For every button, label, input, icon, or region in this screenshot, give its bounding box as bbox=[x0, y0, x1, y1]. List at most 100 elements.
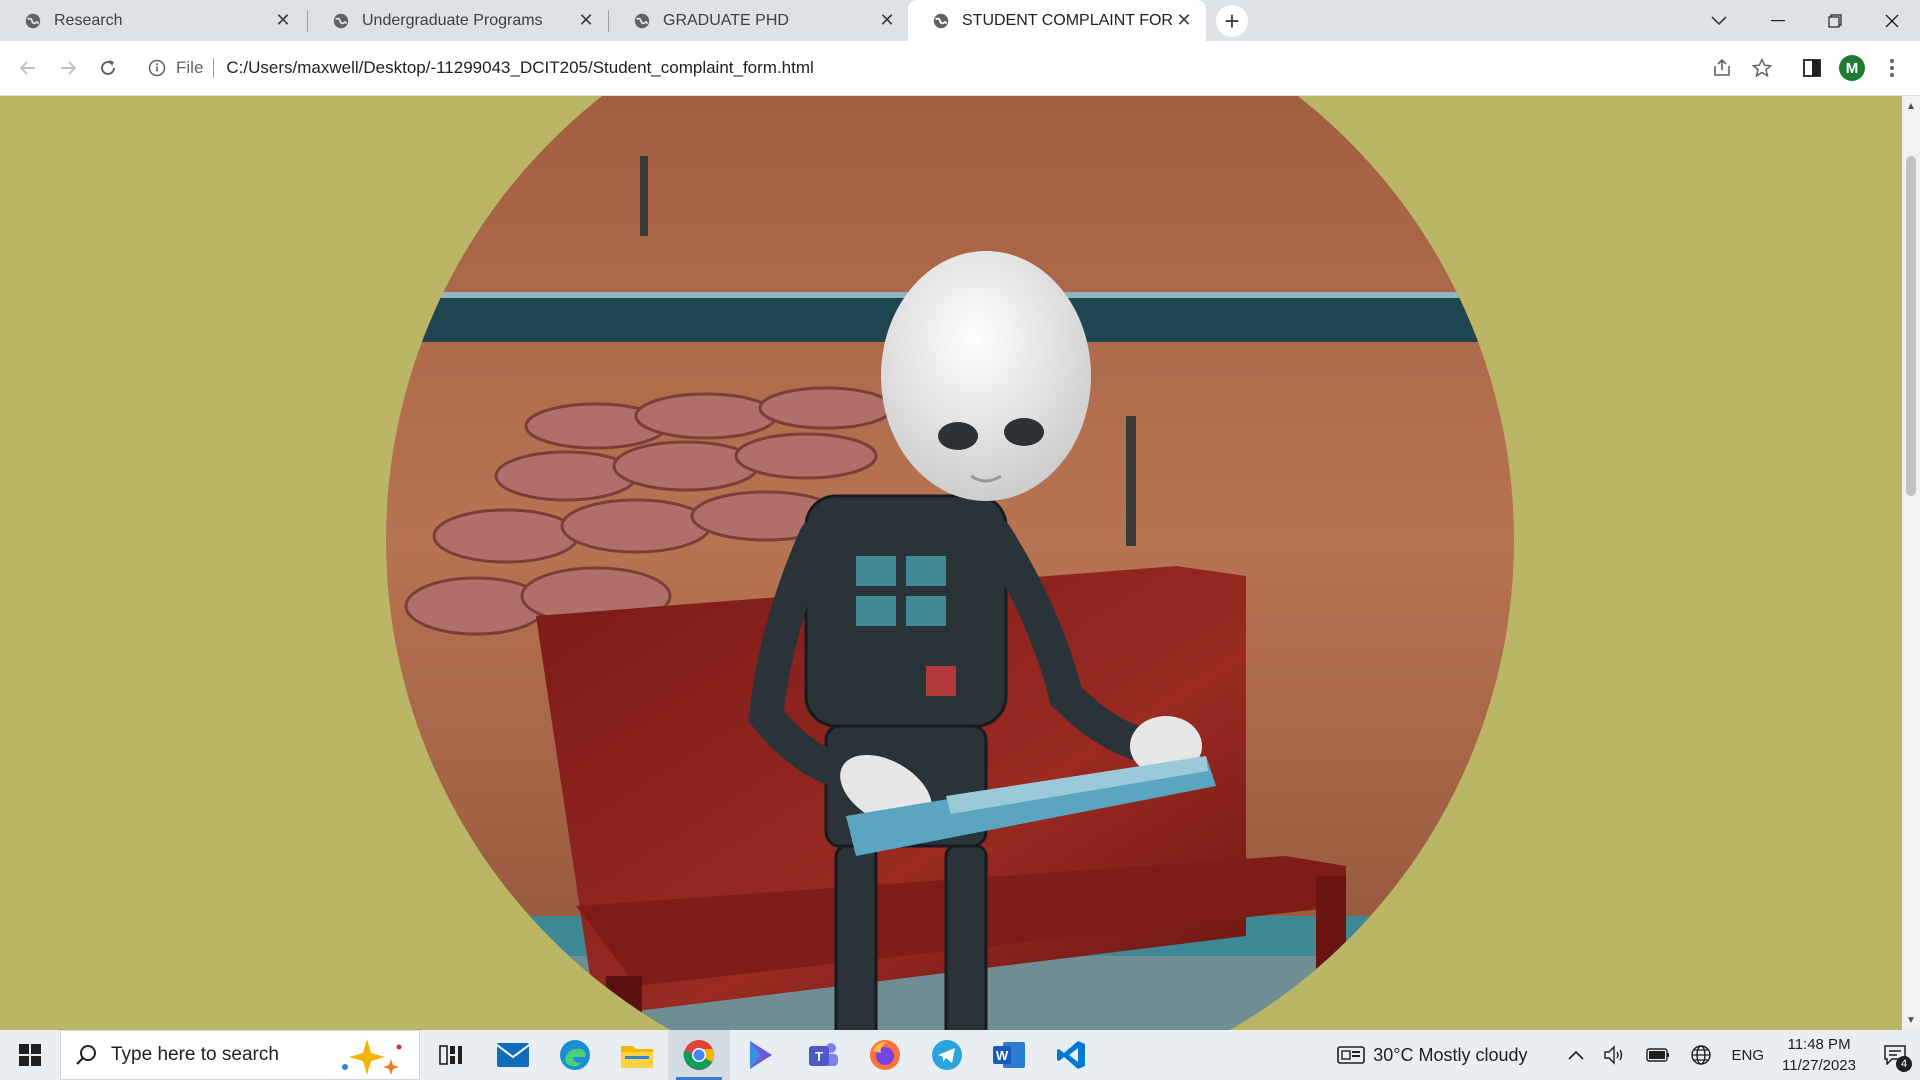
edge-app[interactable] bbox=[544, 1030, 606, 1080]
restore-button[interactable] bbox=[1806, 0, 1863, 41]
tab-label: GRADUATE PHD bbox=[663, 11, 789, 29]
tab-strip: Research ✕ Undergraduate Programs ✕ GRAD… bbox=[0, 0, 1920, 41]
weather-temp: 30°C bbox=[1373, 1044, 1414, 1065]
reload-button[interactable] bbox=[90, 50, 126, 86]
scroll-up-icon[interactable]: ▲ bbox=[1902, 98, 1920, 114]
tab-label: Research bbox=[54, 11, 123, 29]
close-icon[interactable]: ✕ bbox=[576, 10, 596, 31]
edge-icon bbox=[560, 1040, 590, 1070]
weather-widget[interactable]: 30°C Mostly cloudy bbox=[1337, 1044, 1528, 1066]
svg-text:W: W bbox=[996, 1048, 1009, 1063]
taskbar-search[interactable]: Type here to search bbox=[60, 1030, 420, 1080]
telegram-icon bbox=[932, 1040, 962, 1070]
url-text[interactable]: C:/Users/maxwell/Desktop/-11299043_DCIT2… bbox=[226, 58, 813, 78]
minimize-button[interactable] bbox=[1749, 0, 1806, 41]
info-icon bbox=[148, 59, 166, 77]
mail-app[interactable] bbox=[482, 1030, 544, 1080]
scroll-down-icon[interactable]: ▼ bbox=[1902, 1012, 1920, 1028]
new-tab-button[interactable]: + bbox=[1216, 5, 1248, 37]
vscode-app[interactable] bbox=[1040, 1030, 1102, 1080]
globe-icon bbox=[25, 13, 41, 28]
scrollbar-thumb[interactable] bbox=[1906, 156, 1916, 496]
task-view-icon bbox=[439, 1045, 462, 1065]
chrome-icon bbox=[683, 1040, 715, 1070]
word-app[interactable]: W bbox=[978, 1030, 1040, 1080]
folder-icon bbox=[621, 1046, 653, 1068]
chrome-app[interactable] bbox=[668, 1030, 730, 1080]
tab-label: Undergraduate Programs bbox=[362, 11, 543, 29]
bookmark-button[interactable] bbox=[1744, 50, 1780, 86]
globe-icon bbox=[1690, 1045, 1711, 1065]
menu-button[interactable] bbox=[1874, 50, 1910, 86]
tab-research[interactable]: Research ✕ bbox=[0, 0, 305, 41]
weather-icon bbox=[1337, 1046, 1366, 1064]
teams-icon: T bbox=[809, 1043, 838, 1066]
search-icon bbox=[76, 1045, 96, 1065]
tab-undergraduate-programs[interactable]: Undergraduate Programs ✕ bbox=[308, 0, 608, 41]
share-icon bbox=[1714, 58, 1730, 76]
firefox-app[interactable] bbox=[854, 1030, 916, 1080]
system-tray: 30°C Mostly cloudy ENG 11:48 PM 11/27/20… bbox=[1337, 1030, 1920, 1080]
forward-button[interactable] bbox=[50, 50, 86, 86]
close-icon[interactable]: ✕ bbox=[273, 10, 293, 31]
file-explorer-app[interactable] bbox=[606, 1030, 668, 1080]
task-view-button[interactable] bbox=[420, 1030, 482, 1080]
side-panel-icon bbox=[1803, 59, 1821, 77]
notification-badge: 4 bbox=[1896, 1056, 1912, 1072]
share-button[interactable] bbox=[1704, 50, 1740, 86]
restore-icon bbox=[1827, 13, 1842, 28]
globe-icon bbox=[933, 13, 949, 28]
copilot-icon bbox=[750, 1041, 772, 1069]
vscode-icon bbox=[1057, 1041, 1085, 1069]
more-vert-icon bbox=[1890, 59, 1894, 77]
globe-icon bbox=[333, 13, 349, 28]
network-button[interactable] bbox=[1690, 1044, 1712, 1066]
tab-graduate-phd[interactable]: GRADUATE PHD ✕ bbox=[609, 0, 909, 41]
clock-time: 11:48 PM bbox=[1787, 1036, 1851, 1053]
side-panel-button[interactable] bbox=[1794, 50, 1830, 86]
avatar: M bbox=[1839, 55, 1865, 81]
chevron-down-icon bbox=[1711, 15, 1727, 25]
notification-center-button[interactable]: 4 bbox=[1870, 1030, 1920, 1080]
hero-image bbox=[386, 96, 1514, 1030]
close-icon[interactable]: ✕ bbox=[1174, 10, 1194, 31]
speaker-icon bbox=[1603, 1045, 1622, 1065]
arrow-right-icon bbox=[61, 61, 77, 75]
tab-label: STUDENT COMPLAINT FORM bbox=[962, 11, 1174, 29]
tab-search-button[interactable] bbox=[1696, 0, 1742, 41]
telegram-app[interactable] bbox=[916, 1030, 978, 1080]
clock[interactable]: 11:48 PM 11/27/2023 bbox=[1782, 1034, 1856, 1076]
volume-button[interactable] bbox=[1603, 1045, 1626, 1065]
show-hidden-icons-button[interactable] bbox=[1567, 1050, 1584, 1060]
address-bar[interactable]: File C:/Users/maxwell/Desktop/-11299043_… bbox=[138, 49, 1708, 87]
battery-button[interactable] bbox=[1645, 1048, 1670, 1062]
tab-student-complaint-form[interactable]: STUDENT COMPLAINT FORM ✕ bbox=[908, 0, 1206, 41]
language-indicator[interactable]: ENG bbox=[1732, 1047, 1765, 1064]
page-content bbox=[0, 96, 1902, 1030]
vertical-scrollbar[interactable]: ▲ ▼ bbox=[1902, 96, 1920, 1030]
arrow-left-icon bbox=[19, 61, 35, 75]
copilot-app[interactable] bbox=[730, 1030, 792, 1080]
windows-icon bbox=[19, 1044, 41, 1066]
reload-icon bbox=[101, 60, 115, 75]
back-button[interactable] bbox=[10, 50, 46, 86]
svg-text:T: T bbox=[815, 1049, 823, 1064]
teams-app[interactable]: T bbox=[792, 1030, 854, 1080]
taskbar: Type here to search T W 30°C Mostly clou… bbox=[0, 1030, 1920, 1080]
firefox-icon bbox=[870, 1040, 900, 1070]
profile-button[interactable]: M bbox=[1834, 50, 1870, 86]
window-controls bbox=[1749, 0, 1920, 41]
robot-illustration bbox=[386, 96, 1514, 1030]
scheme-chip: File bbox=[176, 58, 215, 78]
close-icon[interactable]: ✕ bbox=[877, 10, 897, 31]
sparkle-icon bbox=[342, 1039, 402, 1075]
browser-toolbar: File C:/Users/maxwell/Desktop/-11299043_… bbox=[0, 41, 1920, 96]
minimize-icon bbox=[1770, 19, 1785, 21]
weather-condition: Mostly cloudy bbox=[1418, 1044, 1528, 1065]
start-button[interactable] bbox=[0, 1030, 60, 1080]
clock-date: 11/27/2023 bbox=[1782, 1057, 1856, 1074]
search-placeholder: Type here to search bbox=[111, 1044, 279, 1065]
mail-icon bbox=[497, 1043, 529, 1067]
star-icon bbox=[1752, 58, 1772, 78]
close-window-button[interactable] bbox=[1863, 0, 1920, 41]
